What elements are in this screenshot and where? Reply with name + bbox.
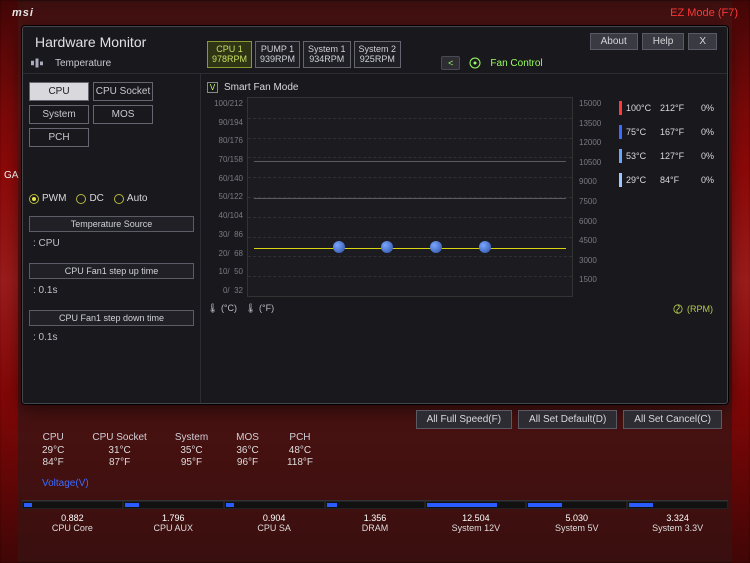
step-up-button[interactable]: CPU Fan1 step up time: [29, 263, 194, 279]
about-button[interactable]: About: [590, 33, 638, 50]
brand-logo: msi: [12, 7, 34, 19]
fan-tab-3[interactable]: System 2925RPM: [354, 41, 402, 68]
bios-top-bar: msi EZ Mode (F7): [0, 0, 750, 26]
curve-legend: 100°C212°F0% 75°C167°F0% 53°C127°F0% 29°C84…: [613, 97, 723, 297]
volt-readout-2: 0.904CPU SA: [224, 500, 325, 533]
help-button[interactable]: Help: [642, 33, 685, 50]
rpm-fan-icon: [673, 304, 683, 314]
temperature-heading: Temperature: [55, 58, 111, 69]
gaming-edge-label: GA: [4, 170, 18, 181]
radio-dc[interactable]: DC: [76, 193, 103, 204]
radio-pwm[interactable]: PWM: [29, 193, 66, 204]
volt-readout-3: 1.356DRAM: [325, 500, 426, 533]
volt-readout-1: 1.796CPU AUX: [123, 500, 224, 533]
tab-cpu[interactable]: CPU: [29, 82, 89, 101]
edge-left: [0, 0, 18, 563]
tab-cpu-socket[interactable]: CPU Socket: [93, 82, 153, 101]
volt-readout-0: 0.882CPU Core: [22, 500, 123, 533]
radio-auto[interactable]: Auto: [114, 193, 148, 204]
fan-tab-1[interactable]: PUMP 1939RPM: [255, 41, 300, 68]
temp-readout-0: CPU29°C84°F: [42, 432, 64, 470]
voltage-readouts: 0.882CPU Core1.796CPU AUX0.904CPU SA1.35…: [22, 500, 728, 533]
curve-point-3[interactable]: [479, 241, 491, 253]
back-pill[interactable]: <: [441, 56, 460, 70]
volt-readout-6: 3.324System 3.3V: [627, 500, 728, 533]
smart-fan-label: Smart Fan Mode: [224, 82, 298, 93]
fan-curve-plot[interactable]: [247, 97, 573, 297]
right-panel: CPU 1978RPMPUMP 1939RPMSystem 1934RPMSys…: [201, 74, 727, 403]
thermometer-c-icon[interactable]: 🌡 (°C): [207, 303, 237, 314]
smart-fan-checkbox[interactable]: V: [207, 82, 218, 93]
step-down-button[interactable]: CPU Fan1 step down time: [29, 310, 194, 326]
volt-readout-4: 12.504System 12V: [425, 500, 526, 533]
fan-icon: [466, 57, 484, 69]
tab-system[interactable]: System: [29, 105, 89, 124]
tab-mos[interactable]: MOS: [93, 105, 153, 124]
fan-mode-radios: PWM DC Auto: [29, 193, 194, 204]
action-buttons: All Full Speed(F) All Set Default(D) All…: [416, 410, 722, 429]
thermometer-f-icon[interactable]: 🌡 (°F): [245, 303, 274, 314]
legend-row-3: 29°C84°F0%: [619, 173, 723, 187]
curve-point-1[interactable]: [381, 241, 393, 253]
temp-source-value: : CPU: [29, 236, 194, 251]
temp-readout-4: PCH48°C118°F: [287, 432, 313, 470]
fan-control-heading: Fan Control: [490, 58, 542, 69]
curve-point-2[interactable]: [430, 241, 442, 253]
volt-readout-5: 5.030System 5V: [526, 500, 627, 533]
voltage-heading[interactable]: Voltage(V): [42, 478, 89, 489]
tab-pch[interactable]: PCH: [29, 128, 89, 147]
fan-curve-chart: 100/21290/19480/17670/15860/14050/12240/…: [207, 97, 723, 297]
temperature-readouts: CPU29°C84°F CPU Socket31°C87°F System35°C9…: [42, 432, 708, 470]
legend-row-0: 100°C212°F0%: [619, 101, 723, 115]
fan-tab-2[interactable]: System 1934RPM: [303, 41, 351, 68]
hardware-monitor-dialog: Hardware Monitor About Help X Temperatur…: [22, 26, 728, 404]
fan-tab-0[interactable]: CPU 1978RPM: [207, 41, 252, 68]
temperature-icon: [31, 57, 49, 69]
all-full-speed-button[interactable]: All Full Speed(F): [416, 410, 512, 429]
legend-row-1: 75°C167°F0%: [619, 125, 723, 139]
rpm-unit-label: (RPM): [687, 304, 713, 314]
curve-point-0[interactable]: [333, 241, 345, 253]
step-down-value: : 0.1s: [29, 330, 194, 345]
fan-header-tabs: CPU 1978RPMPUMP 1939RPMSystem 1934RPMSys…: [207, 41, 401, 68]
ez-mode-link[interactable]: EZ Mode (F7): [670, 7, 738, 19]
edge-right: [732, 0, 750, 563]
temp-readout-2: System35°C95°F: [175, 432, 208, 470]
temp-readout-1: CPU Socket31°C87°F: [92, 432, 146, 470]
chart-unit-row: 🌡 (°C) 🌡 (°F) (RPM): [207, 303, 723, 314]
all-set-cancel-button[interactable]: All Set Cancel(C): [623, 410, 722, 429]
temp-source-button[interactable]: Temperature Source: [29, 216, 194, 232]
y-axis-temp: 100/21290/19480/17670/15860/14050/12240/…: [207, 97, 245, 297]
temp-source-tabs: CPU CPU Socket System MOS PCH: [29, 82, 194, 147]
legend-row-2: 53°C127°F0%: [619, 149, 723, 163]
temp-readout-3: MOS36°C96°F: [236, 432, 259, 470]
step-up-value: : 0.1s: [29, 283, 194, 298]
y-axis-rpm: 1500013500120001050090007500600045003000…: [575, 97, 611, 297]
left-panel: CPU CPU Socket System MOS PCH PWM DC Aut…: [23, 74, 201, 403]
all-set-default-button[interactable]: All Set Default(D): [518, 410, 617, 429]
close-button[interactable]: X: [688, 33, 717, 50]
dialog-title: Hardware Monitor: [35, 34, 146, 50]
